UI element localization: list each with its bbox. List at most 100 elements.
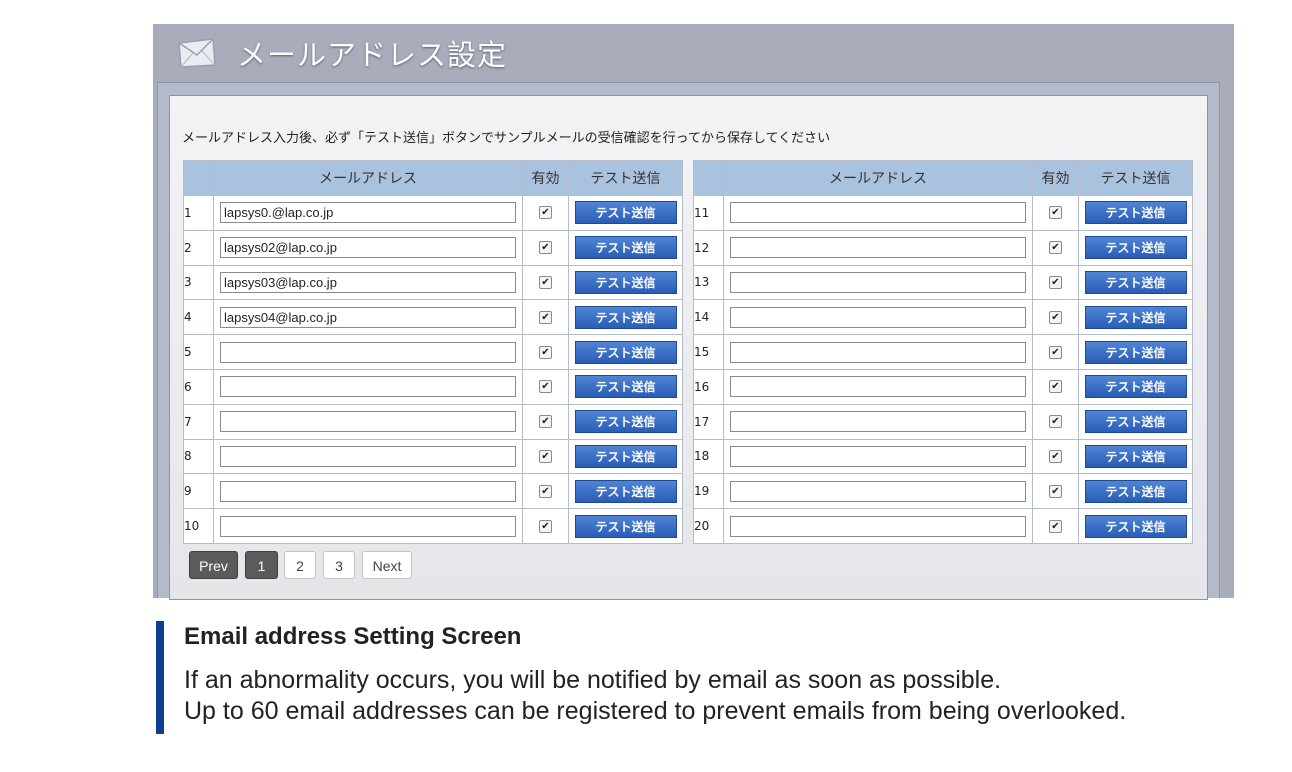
test-send-button[interactable]: テスト送信 [574, 236, 677, 260]
page-button-2[interactable]: 2 [284, 551, 316, 579]
table-row: 10 ✔ テスト送信 [183, 508, 683, 544]
valid-checkbox[interactable]: ✔ [1049, 310, 1062, 324]
valid-checkbox[interactable]: ✔ [1049, 519, 1062, 533]
address-cell [723, 403, 1033, 440]
page-button-3[interactable]: 3 [323, 551, 355, 579]
email-address-input[interactable] [220, 480, 516, 502]
test-send-button[interactable]: テスト送信 [574, 201, 677, 225]
address-cell [213, 368, 523, 405]
email-address-input[interactable] [730, 515, 1026, 537]
test-send-button[interactable]: テスト送信 [1084, 236, 1187, 260]
test-send-button[interactable]: テスト送信 [1084, 305, 1187, 329]
valid-checkbox[interactable]: ✔ [1049, 415, 1062, 429]
email-address-input[interactable] [730, 341, 1026, 363]
valid-checkbox[interactable]: ✔ [539, 519, 552, 533]
valid-checkbox[interactable]: ✔ [539, 449, 552, 463]
test-send-button[interactable]: テスト送信 [1084, 514, 1187, 538]
window-title: メールアドレス設定 [237, 38, 508, 72]
table-row: 12 ✔ テスト送信 [693, 229, 1193, 266]
test-send-button[interactable]: テスト送信 [574, 479, 677, 503]
valid-cell: ✔ [1032, 368, 1079, 405]
valid-checkbox[interactable]: ✔ [539, 310, 552, 324]
address-cell [213, 334, 523, 370]
test-send-cell: テスト送信 [568, 264, 683, 301]
email-address-input[interactable] [220, 341, 516, 363]
test-send-cell: テスト送信 [568, 368, 683, 405]
valid-checkbox[interactable]: ✔ [539, 415, 552, 429]
next-page-button[interactable]: Next [362, 551, 412, 579]
row-number: 7 [183, 403, 214, 440]
column-header-number [183, 160, 214, 196]
address-cell [213, 299, 523, 336]
test-send-cell: テスト送信 [568, 473, 683, 510]
email-address-input[interactable] [220, 306, 516, 328]
email-address-input[interactable] [220, 411, 516, 433]
email-address-input[interactable] [220, 515, 516, 537]
table-row: 15 ✔ テスト送信 [693, 334, 1193, 370]
test-send-button[interactable]: テスト送信 [1084, 375, 1187, 399]
test-send-cell: テスト送信 [1078, 334, 1193, 370]
email-address-input[interactable] [220, 237, 516, 259]
valid-checkbox[interactable]: ✔ [1049, 345, 1062, 359]
test-send-cell: テスト送信 [568, 195, 683, 231]
email-address-input[interactable] [220, 445, 516, 467]
test-send-button[interactable]: テスト送信 [574, 514, 677, 538]
email-address-input[interactable] [730, 202, 1026, 224]
test-send-cell: テスト送信 [1078, 368, 1193, 405]
email-address-input[interactable] [730, 445, 1026, 467]
email-address-input[interactable] [730, 480, 1026, 502]
valid-checkbox[interactable]: ✔ [539, 206, 552, 220]
table-row: 8 ✔ テスト送信 [183, 438, 683, 475]
valid-checkbox[interactable]: ✔ [1049, 484, 1062, 498]
table-row: 13 ✔ テスト送信 [693, 264, 1193, 301]
email-address-input[interactable] [220, 271, 516, 293]
test-send-button[interactable]: テスト送信 [574, 375, 677, 399]
address-cell [723, 299, 1033, 336]
address-cell [723, 368, 1033, 405]
valid-cell: ✔ [522, 195, 569, 231]
column-header-test-send: テスト送信 [1078, 160, 1193, 196]
test-send-button[interactable]: テスト送信 [1084, 410, 1187, 434]
test-send-button[interactable]: テスト送信 [1084, 270, 1187, 294]
valid-checkbox[interactable]: ✔ [1049, 380, 1062, 394]
valid-checkbox[interactable]: ✔ [1049, 449, 1062, 463]
column-header-valid: 有効 [1032, 160, 1079, 196]
valid-cell: ✔ [1032, 195, 1079, 231]
valid-checkbox[interactable]: ✔ [1049, 275, 1062, 289]
table-row: 14 ✔ テスト送信 [693, 299, 1193, 336]
valid-checkbox[interactable]: ✔ [539, 275, 552, 289]
test-send-cell: テスト送信 [568, 334, 683, 370]
test-send-button[interactable]: テスト送信 [1084, 340, 1187, 364]
test-send-button[interactable]: テスト送信 [574, 270, 677, 294]
test-send-cell: テスト送信 [1078, 403, 1193, 440]
valid-checkbox[interactable]: ✔ [539, 345, 552, 359]
page-button-1[interactable]: 1 [245, 551, 278, 579]
test-send-button[interactable]: テスト送信 [1084, 479, 1187, 503]
valid-cell: ✔ [1032, 438, 1079, 475]
row-number: 13 [693, 264, 724, 301]
valid-checkbox[interactable]: ✔ [539, 241, 552, 255]
row-number: 20 [693, 508, 724, 544]
email-address-input[interactable] [730, 237, 1026, 259]
email-address-input[interactable] [730, 306, 1026, 328]
table-row: 11 ✔ テスト送信 [693, 195, 1193, 231]
valid-cell: ✔ [1032, 229, 1079, 266]
prev-page-button[interactable]: Prev [189, 551, 238, 579]
email-address-input[interactable] [220, 376, 516, 398]
test-send-button[interactable]: テスト送信 [574, 340, 677, 364]
email-address-input[interactable] [730, 376, 1026, 398]
valid-checkbox[interactable]: ✔ [539, 380, 552, 394]
test-send-button[interactable]: テスト送信 [574, 305, 677, 329]
email-address-input[interactable] [220, 202, 516, 224]
table-row: 17 ✔ テスト送信 [693, 403, 1193, 440]
test-send-button[interactable]: テスト送信 [574, 410, 677, 434]
valid-checkbox[interactable]: ✔ [1049, 206, 1062, 220]
valid-checkbox[interactable]: ✔ [1049, 241, 1062, 255]
email-address-input[interactable] [730, 411, 1026, 433]
valid-checkbox[interactable]: ✔ [539, 484, 552, 498]
address-cell [213, 403, 523, 440]
test-send-button[interactable]: テスト送信 [1084, 201, 1187, 225]
test-send-button[interactable]: テスト送信 [1084, 444, 1187, 468]
email-address-input[interactable] [730, 271, 1026, 293]
test-send-button[interactable]: テスト送信 [574, 444, 677, 468]
